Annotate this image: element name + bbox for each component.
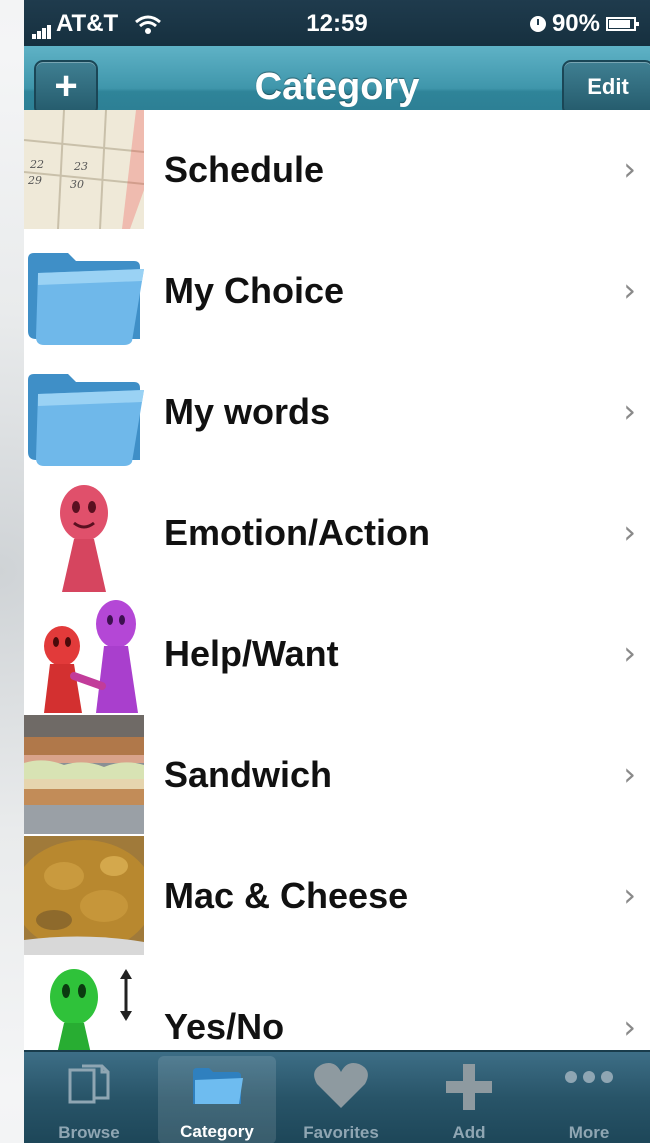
tab-label: Favorites [303, 1123, 379, 1142]
tab-more[interactable]: More [530, 1052, 648, 1143]
tab-bar: Browse Category Favorites Add More [24, 1050, 650, 1143]
folder-icon [24, 352, 144, 471]
category-label: Emotion/Action [164, 512, 430, 553]
battery-icon [606, 17, 639, 31]
chevron-right-icon: › [623, 513, 636, 551]
category-row-sandwich[interactable]: Sandwich › [24, 715, 650, 838]
chevron-right-icon: › [623, 634, 636, 672]
calendar-day-30: 30 [70, 178, 84, 191]
calendar-day-23: 23 [73, 160, 88, 173]
category-row-help-want[interactable]: Help/Want › [24, 594, 650, 717]
folder-icon [191, 1064, 243, 1113]
heart-icon [313, 1062, 369, 1115]
chevron-right-icon: › [623, 755, 636, 793]
tab-category[interactable]: Category [158, 1056, 276, 1143]
plus-icon [444, 1062, 494, 1117]
tab-label: More [568, 1123, 610, 1142]
folder-icon [24, 231, 144, 350]
tab-add[interactable]: Add [410, 1052, 528, 1143]
pink-person-icon [24, 473, 144, 592]
chevron-right-icon: › [623, 876, 636, 914]
status-bar: AT&T 12:59 90% [24, 0, 650, 46]
calendar-icon: 22 23 29 30 [24, 110, 144, 229]
chevron-right-icon: › [623, 271, 636, 309]
category-label: Help/Want [164, 633, 339, 674]
tab-browse[interactable]: Browse [30, 1052, 148, 1143]
category-label: My words [164, 391, 331, 432]
tab-label: Category [180, 1122, 254, 1141]
category-row-mac-and-cheese[interactable]: Mac & Cheese › [24, 836, 650, 959]
category-label: My Choice [164, 270, 345, 311]
tab-label: Add [452, 1123, 486, 1142]
browse-icon [66, 1062, 112, 1113]
more-dots-icon [564, 1070, 614, 1089]
mac-and-cheese-photo [24, 836, 144, 955]
category-row-my-words[interactable]: My words › [24, 352, 650, 475]
edit-button[interactable]: Edit [562, 60, 650, 116]
calendar-day-22: 22 [29, 158, 44, 171]
page-title: Category [254, 66, 420, 108]
two-people-icon [24, 594, 144, 713]
chevron-right-icon: › [623, 392, 636, 430]
category-label: Sandwich [164, 754, 333, 795]
category-row-my-choice[interactable]: My Choice › [24, 231, 650, 354]
battery-status: 90% [529, 10, 639, 38]
tab-label: Browse [58, 1123, 120, 1142]
category-row-emotion-action[interactable]: Emotion/Action › [24, 473, 650, 596]
phone-screen: AT&T 12:59 90% + Category Edit 22 23 29 … [24, 0, 650, 1143]
sandwich-photo [24, 715, 144, 834]
rotation-lock-icon [529, 16, 546, 32]
chevron-right-icon: › [623, 150, 636, 188]
battery-percent: 90% [551, 10, 600, 37]
category-row-schedule[interactable]: 22 23 29 30 Schedule › [24, 110, 650, 233]
category-label: Schedule [164, 149, 325, 190]
calendar-day-29: 29 [27, 174, 42, 187]
category-label: Mac & Cheese [164, 875, 409, 916]
tab-favorites[interactable]: Favorites [282, 1052, 400, 1143]
